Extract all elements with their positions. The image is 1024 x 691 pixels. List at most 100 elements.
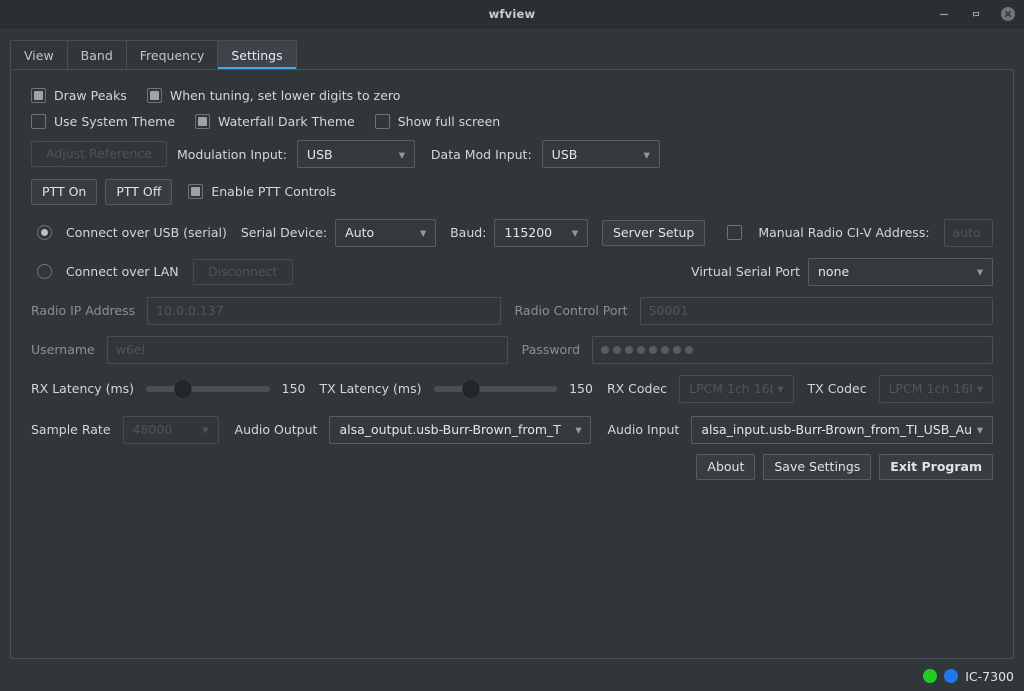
chevron-down-icon: ▾ [419,225,427,241]
adjust-reference-button[interactable]: Adjust Reference [31,141,167,167]
chevron-down-icon: ▾ [575,422,582,438]
connect-usb-label: Connect over USB (serial) [66,225,227,241]
modulation-input-label: Modulation Input: [177,146,287,162]
data-activity-led [944,669,959,683]
tx-latency-value: 150 [569,381,593,397]
settings-action-buttons: About Save Settings Exit Program [31,453,993,480]
radio-control-port-label: Radio Control Port [514,303,628,319]
tab-settings-label: Settings [231,47,283,63]
tx-latency-slider[interactable] [433,379,558,399]
show-full-screen-label: Show full screen [397,114,501,129]
audio-input-label: Audio Input [607,422,680,438]
draw-peaks-checkbox[interactable] [31,88,46,103]
status-bar: IC-7300 [0,661,1024,691]
serial-device-combo[interactable]: Auto ▾ [335,218,437,247]
serial-device-label: Serial Device: [240,225,328,241]
maximize-icon[interactable] [968,6,984,22]
save-settings-button[interactable]: Save Settings [763,453,872,480]
rx-latency-label: RX Latency (ms) [31,381,135,397]
connection-status-led [923,669,938,683]
row-credentials: Username w6el Password [31,335,993,364]
tx-codec-label: TX Codec [807,381,867,397]
connect-lan-radio[interactable] [37,264,52,280]
sample-rate-combo[interactable]: 48000 ▾ [122,415,219,444]
tx-latency-slider-groove [433,385,558,392]
virtual-serial-port-value: none [818,264,850,280]
manual-civ-label: Manual Radio CI-V Address: [758,225,930,241]
rx-latency-slider-groove [146,385,270,392]
tx-latency-slider-handle[interactable] [462,380,480,398]
enable-ptt-checkbox[interactable] [188,184,204,200]
civ-address-placeholder: auto [952,225,981,241]
chevron-down-icon: ▾ [777,381,784,397]
baud-label: Baud: [450,225,487,241]
tx-latency-label: TX Latency (ms) [319,381,422,397]
row-audio: Sample Rate 48000 ▾ Audio Output alsa_ou… [31,415,993,444]
window-controls [936,0,1016,28]
tab-band[interactable]: Band [66,40,127,69]
data-mod-input-label: Data Mod Input: [430,146,532,162]
radio-control-port-placeholder: 50001 [648,303,689,319]
use-system-theme-label: Use System Theme [54,114,176,129]
minimize-icon[interactable] [936,6,952,22]
waterfall-dark-theme-checkbox[interactable] [195,114,211,129]
ptt-off-button[interactable]: PTT Off [105,179,173,205]
baud-combo[interactable]: 115200 ▾ [494,218,588,247]
virtual-serial-port-combo[interactable]: none ▾ [808,257,993,286]
chevron-down-icon: ▾ [976,264,984,280]
rx-latency-slider[interactable] [146,379,270,399]
disconnect-button[interactable]: Disconnect [192,258,293,285]
audio-output-label: Audio Output [234,422,318,438]
username-label: Username [31,342,95,358]
close-icon[interactable] [1000,6,1016,22]
rx-latency-slider-handle[interactable] [174,380,192,398]
enable-ptt-label: Enable PTT Controls [211,184,337,200]
row-connect-usb: Connect over USB (serial) Serial Device:… [31,218,993,247]
draw-peaks-label: Draw Peaks [54,88,127,103]
radio-model-label: IC-7300 [965,668,1014,684]
row-latency-codec: RX Latency (ms) 150 TX Latency (ms) 150 … [31,374,994,403]
modulation-input-combo[interactable]: USB ▾ [296,140,415,168]
audio-input-value: alsa_input.usb-Burr-Brown_from_TI_USB_Au [701,422,972,438]
chevron-down-icon: ▾ [571,225,579,241]
rx-codec-combo[interactable]: LPCM 1ch 16bit ▾ [679,374,794,403]
password-input[interactable] [592,335,993,364]
server-setup-button[interactable]: Server Setup [601,219,706,246]
data-mod-input-value: USB [551,146,578,162]
rx-codec-value: LPCM 1ch 16bit [689,381,772,397]
chevron-down-icon: ▾ [976,422,984,438]
chevron-down-icon: ▾ [202,422,209,438]
sample-rate-value: 48000 [132,422,173,438]
connect-usb-radio[interactable] [37,225,52,241]
window-title: wfview [488,6,536,21]
use-system-theme-checkbox[interactable] [31,114,46,129]
modulation-input-value: USB [306,146,333,162]
ptt-on-button[interactable]: PTT On [31,179,98,205]
show-full-screen-checkbox[interactable] [374,114,390,129]
tuning-zero-checkbox[interactable] [146,88,162,103]
tuning-zero-label: When tuning, set lower digits to zero [169,88,401,103]
password-label: Password [521,342,581,358]
row-ptt: PTT On PTT Off Enable PTT Controls [31,179,993,205]
row-display-options-1: Draw Peaks When tuning, set lower digits… [31,88,993,103]
audio-input-combo[interactable]: alsa_input.usb-Burr-Brown_from_TI_USB_Au… [691,415,993,444]
radio-ip-input[interactable]: 10.0.0.137 [147,296,501,325]
manual-civ-checkbox[interactable] [727,225,743,241]
audio-output-combo[interactable]: alsa_output.usb-Burr-Brown_from_T ▾ [329,415,592,444]
civ-address-input[interactable]: auto [943,218,993,247]
tab-view[interactable]: View [10,40,68,69]
row-display-options-2: Use System Theme Waterfall Dark Theme Sh… [31,114,993,129]
tab-settings[interactable]: Settings [217,40,297,69]
tx-codec-value: LPCM 1ch 16bit [888,381,972,397]
radio-control-port-input[interactable]: 50001 [639,296,993,325]
tab-view-label: View [24,47,54,63]
tx-codec-combo[interactable]: LPCM 1ch 16bit ▾ [878,374,994,403]
exit-program-button[interactable]: Exit Program [879,453,993,480]
tab-frequency-label: Frequency [139,47,205,63]
about-button[interactable]: About [696,453,756,480]
username-input[interactable]: w6el [106,335,508,364]
settings-panel: Draw Peaks When tuning, set lower digits… [10,69,1014,659]
tab-frequency[interactable]: Frequency [125,40,219,69]
data-mod-input-combo[interactable]: USB ▾ [541,140,660,168]
tab-band-label: Band [80,47,113,63]
